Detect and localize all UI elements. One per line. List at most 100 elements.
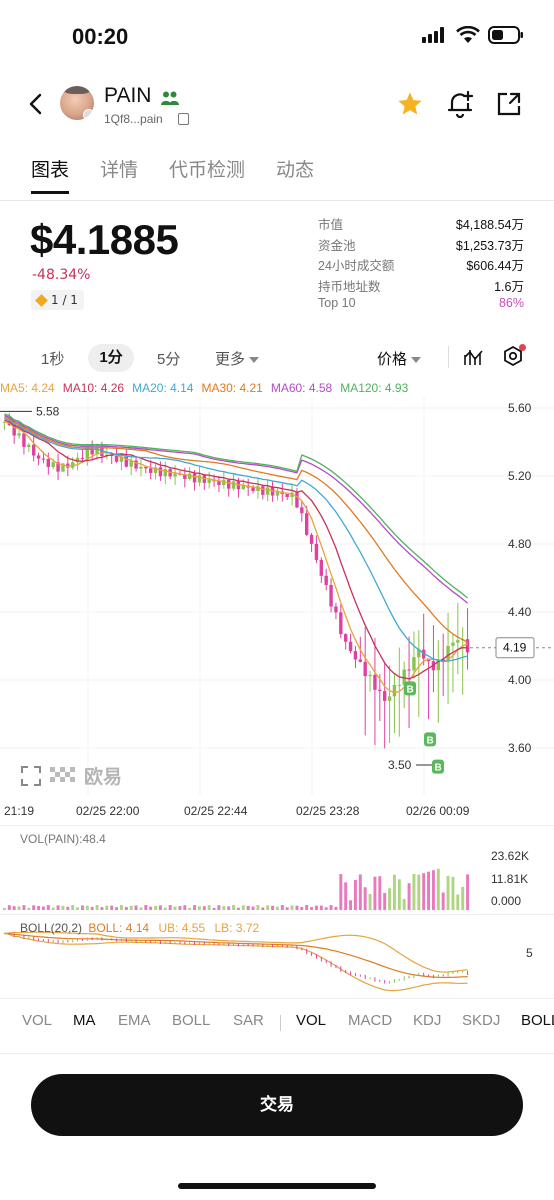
status-icons [422,26,524,44]
tab-token-check[interactable]: 代币检测 [169,155,245,194]
toolbar-divider [448,346,449,368]
indicator-macd[interactable]: MACD [348,1012,392,1029]
indicator-skdj[interactable]: SKDJ [462,1012,500,1029]
volume-bar [397,879,401,910]
volume-bar [329,905,333,910]
tab-activity[interactable]: 动态 [276,155,314,194]
boll-legend: BOLL(20,2) BOLL: 4.14 UB: 4.55 LB: 3.72 [20,921,259,935]
tab-chart[interactable]: 图表 [31,155,70,194]
indicator-ma[interactable]: MA [73,1012,96,1029]
indicator-icon[interactable] [463,347,485,367]
candle-body [397,684,402,686]
timeframe-1s[interactable]: 1秒 [41,348,64,369]
candle-body [295,492,299,508]
volume-bar [222,906,226,910]
notification-dot [519,344,526,351]
time-tick: 02/26 00:09 [406,804,470,818]
candle-body [217,481,221,485]
indicator-boll-main[interactable]: BOLL [172,1012,210,1029]
candlestick-chart[interactable]: 5.60 5.20 4.80 4.40 4.00 3.60 5.58 3.50 4.19 B B B [0,396,554,802]
candle-body [207,479,211,483]
volume-bar [80,905,84,910]
candle-body [324,575,328,585]
stat-row: 持币地址数 1.6万 [318,276,524,297]
volume-bar [305,905,309,910]
low-marker-label: 3.50 [388,758,412,772]
volume-bar [407,883,411,910]
volume-bar [402,899,406,910]
candle-body [392,684,397,697]
fullscreen-icon[interactable] [20,765,42,787]
diamond-icon [35,293,48,307]
trade-button[interactable]: 交易 [31,1074,523,1136]
volume-bar [7,905,11,910]
indicator-divider [280,1015,281,1031]
candle-body [241,485,246,490]
volume-bar [300,907,304,910]
copy-icon[interactable] [178,113,189,125]
candle-body [412,657,416,671]
coin-avatar [60,86,94,120]
volume-bar [61,905,65,910]
indicator-vol-sub[interactable]: VOL [296,1012,326,1029]
volume-bar [193,905,197,910]
bell-plus-icon[interactable] [446,90,474,118]
boll-band [4,932,468,992]
share-icon[interactable] [496,91,522,117]
volume-bar [178,906,182,910]
volume-bar [246,905,250,910]
candle-body [348,641,353,652]
indicator-ema[interactable]: EMA [118,1012,151,1029]
indicator-sar[interactable]: SAR [233,1012,264,1029]
candle-body [339,612,343,635]
volume-bar [261,907,265,910]
timeframe-5m[interactable]: 5分 [157,348,180,369]
volume-bar [188,907,192,910]
price-tick: 5.60 [508,401,532,415]
volume-bar [290,905,294,910]
boll-ub: UB: 4.55 [158,921,206,935]
ma-legend-item: MA5: 4.24 [0,381,55,395]
timeframe-1m[interactable]: 1分 [88,344,134,372]
candle-body [80,457,85,459]
time-tick: 02/25 22:44 [184,804,248,818]
candle-body [46,458,51,468]
volume-bar [339,874,343,910]
volume-bar [154,905,158,910]
star-icon[interactable] [396,90,424,118]
indicator-vol-main[interactable]: VOL [22,1012,52,1029]
volume-bar [95,905,99,910]
volume-tick: 23.62K [491,849,529,863]
candle-body [309,534,314,544]
volume-bar [217,905,221,910]
volume-bar [427,871,431,910]
volume-bar [27,907,31,910]
detail-tabs: 图表 详情 代币检测 动态 [31,155,314,194]
stat-label: Top 10 [318,296,356,310]
rank-value: 1 / 1 [51,293,78,307]
back-icon[interactable] [24,92,48,116]
boll-band [4,932,468,979]
volume-bar [183,905,187,910]
volume-bar [227,906,231,910]
price-type-select[interactable]: 价格 [377,348,422,369]
timeframe-bar: 1秒 1分 5分 更多 价格 [0,344,554,372]
indicator-boll-sub[interactable]: BOLL [521,1012,554,1029]
timeframe-more[interactable]: 更多 [215,348,260,369]
volume-bar [241,905,245,910]
candle-body [363,661,367,677]
ma-line [4,417,468,662]
volume-bar [100,907,104,910]
indicator-kdj[interactable]: KDJ [413,1012,441,1029]
ma-legend-item: MA30: 4.21 [201,381,263,395]
candles [2,413,470,749]
candle-body [22,433,26,448]
candle-body [343,634,348,642]
volume-bar [417,874,421,910]
stat-value: $4,188.54万 [455,218,524,232]
ma-legend-item: MA10: 4.26 [62,381,125,395]
volume-bar [358,874,362,910]
candle-body [226,479,231,489]
tab-details[interactable]: 详情 [100,155,138,194]
stat-row: 市值 $4,188.54万 [318,214,524,235]
